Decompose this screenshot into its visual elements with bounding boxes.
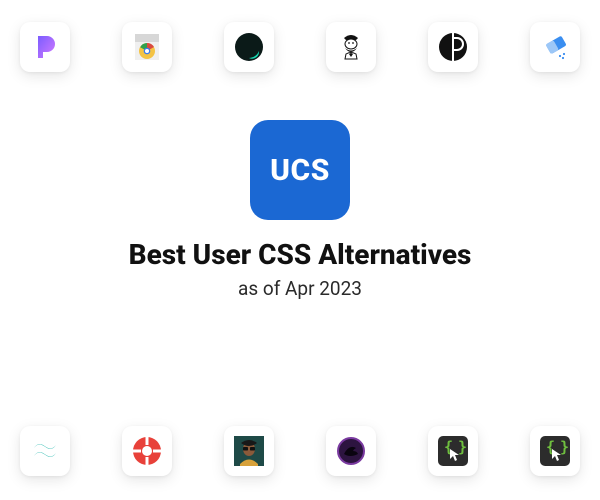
gentleman-icon[interactable]: [326, 22, 376, 72]
bird-circle-glyph: [334, 434, 368, 468]
tailwind-icon[interactable]: [20, 426, 70, 476]
page-subtitle: as of Apr 2023: [238, 277, 362, 300]
code-cursor-alt-icon[interactable]: { }: [530, 426, 580, 476]
eraser-icon[interactable]: [530, 22, 580, 72]
pandora-icon[interactable]: [20, 22, 70, 72]
bird-circle-icon[interactable]: [326, 426, 376, 476]
portrait-glyph: [232, 434, 266, 468]
eraser-glyph: [538, 30, 572, 64]
code-cursor-glyph: { }: [436, 434, 470, 468]
dark-circle-icon[interactable]: [224, 22, 274, 72]
p-circle-glyph: [436, 30, 470, 64]
chrome-glyph: [130, 30, 164, 64]
hero-app-icon: UCS: [250, 120, 350, 220]
portrait-icon[interactable]: [224, 426, 274, 476]
dark-circle-glyph: [232, 30, 266, 64]
code-cursor-icon[interactable]: { }: [428, 426, 478, 476]
top-icon-row: [20, 22, 580, 72]
pandora-glyph: [28, 30, 62, 64]
chrome-store-icon[interactable]: [122, 22, 172, 72]
svg-text:}: }: [458, 438, 467, 456]
lifesaver-glyph: [130, 434, 164, 468]
svg-text:}: }: [560, 438, 569, 456]
tailwind-glyph: [28, 434, 62, 468]
p-circle-icon[interactable]: [428, 22, 478, 72]
hero-icon-text: UCS: [270, 153, 330, 188]
lifesaver-icon[interactable]: [122, 426, 172, 476]
bottom-icon-row: { } { }: [20, 426, 580, 476]
hero-section: UCS Best User CSS Alternatives as of Apr…: [129, 120, 472, 300]
gentleman-glyph: [334, 30, 368, 64]
code-cursor-alt-glyph: { }: [538, 434, 572, 468]
page-title: Best User CSS Alternatives: [129, 238, 472, 271]
